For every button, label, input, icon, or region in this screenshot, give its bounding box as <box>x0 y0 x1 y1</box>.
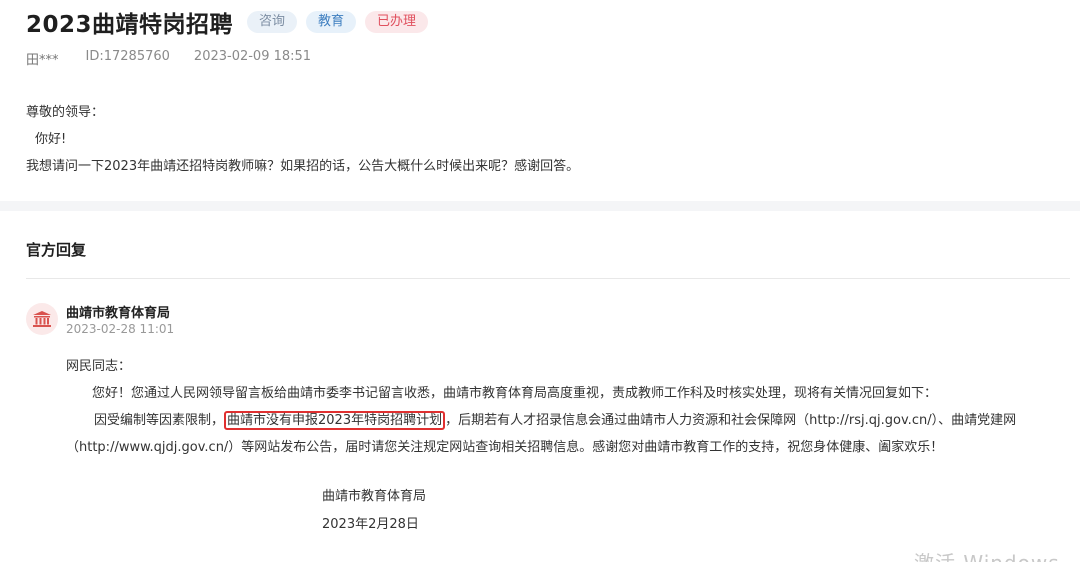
question-meta: 田*** ID:17285760 2023-02-09 18:51 <box>26 49 335 68</box>
windows-activation-watermark: 激活 Windows <box>914 547 1060 562</box>
question-salutation: 尊敬的领导： <box>26 105 105 120</box>
tag-education[interactable]: 教育 <box>306 11 357 33</box>
reply-body: 网民同志： 您好！您通过人民网领导留言板给曲靖市委李书记留言收悉，曲靖市教育体育… <box>66 353 1072 461</box>
signature-org: 曲靖市教育体育局 <box>322 489 427 504</box>
question-content: 我想请问一下2023年曲靖还招特岗教师嘛？如果招的话，公告大概什么时候出来呢？感… <box>26 159 580 174</box>
title-row: 2023曲靖特岗招聘 咨询 教育 已办理 <box>26 5 429 39</box>
reply-section-line <box>26 278 1070 279</box>
message-detail-page: 2023曲靖特岗招聘 咨询 教育 已办理 田*** ID:17285760 20… <box>0 0 1080 562</box>
tag-consult[interactable]: 咨询 <box>247 11 298 33</box>
question-body: 尊敬的领导： 你好! 我想请问一下2023年曲靖还招特岗教师嘛？如果招的话，公告… <box>26 99 579 180</box>
government-building-icon <box>26 303 58 335</box>
reply-paragraph-1: 您好！您通过人民网领导留言板给曲靖市委李书记留言收悉，曲靖市教育体育局高度重视，… <box>92 386 938 401</box>
section-divider <box>0 201 1080 211</box>
author-name: 田*** <box>26 53 59 68</box>
official-reply-card: 官方回复 曲靖市教育体育局 2023-02-28 11:01 网民同志： 您好！… <box>0 211 1080 562</box>
tag-status-done: 已办理 <box>365 11 429 33</box>
reply-paragraph-2-lead: 因受编制等因素限制， <box>94 413 225 428</box>
question-greeting: 你好! <box>35 132 67 147</box>
highlighted-statement: 曲靖市没有申报2023年特岗招聘计划 <box>224 411 446 430</box>
reply-salutation: 网民同志： <box>66 359 132 374</box>
reply-datetime: 2023-02-28 11:01 <box>66 322 175 336</box>
message-id: ID:17285760 <box>85 49 170 64</box>
reply-paragraph-2: 因受编制等因素限制， 曲靖市没有申报2023年特岗招聘计划 ，后期若有人才招录信息会… <box>66 407 1072 461</box>
reply-section-title: 官方回复 <box>26 241 87 259</box>
reply-org-name: 曲靖市教育体育局 <box>66 306 171 321</box>
signature-date: 2023年2月28日 <box>322 517 419 532</box>
question-datetime: 2023-02-09 18:51 <box>193 49 312 64</box>
page-title: 2023曲靖特岗招聘 <box>26 12 234 38</box>
question-card: 2023曲靖特岗招聘 咨询 教育 已办理 田*** ID:17285760 20… <box>0 0 1080 200</box>
